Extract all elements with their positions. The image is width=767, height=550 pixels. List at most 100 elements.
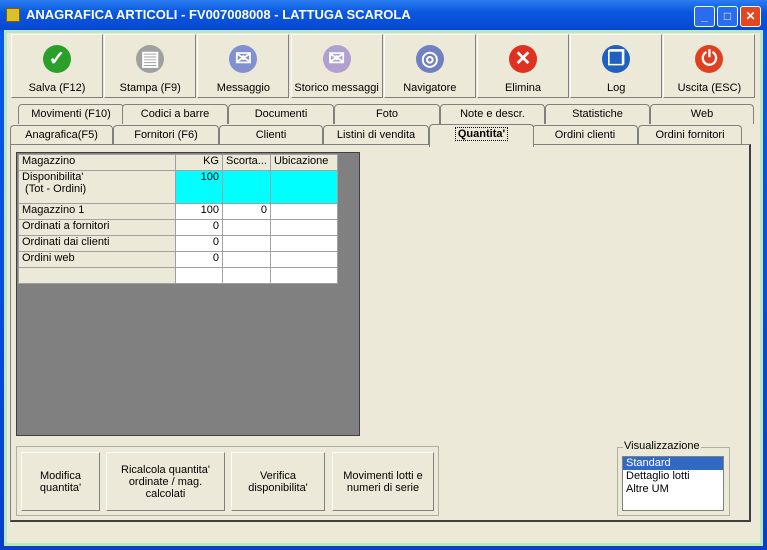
row-label: Ordini web (18, 251, 176, 268)
modifica-quantita-button[interactable]: Modifica quantita' (21, 452, 100, 511)
tab-label: Movimenti (F10) (31, 108, 111, 120)
tab-label: Clienti (255, 129, 287, 141)
col-header-magazzino[interactable]: Magazzino (18, 154, 176, 171)
ubicazione-cell[interactable] (269, 219, 338, 236)
tab-note-e-descr[interactable]: Note e descr. (440, 104, 545, 124)
salva-f12-button[interactable]: ✓ Salva (F12) (11, 34, 103, 98)
table-row-empty[interactable] (18, 267, 338, 284)
printer-icon: ▤ (136, 45, 165, 73)
envelope-pen-icon: ✉ (229, 45, 258, 73)
visualizzazione-listbox[interactable]: Standard Dettaglio lotti Altre UM (622, 456, 724, 511)
ubicazione-cell[interactable] (269, 251, 338, 268)
tab-codici-a-barre[interactable]: Codici a barre (122, 104, 228, 124)
kg-cell[interactable]: 0 (175, 235, 223, 252)
col-header-kg[interactable]: KG (175, 154, 223, 171)
col-header-ubicazione[interactable]: Ubicazione (269, 154, 338, 171)
tab-label: Note e descr. (460, 108, 525, 120)
title-bar: ANAGRAFICA ARTICOLI - FV007008008 - LATT… (0, 0, 767, 30)
uscita-esc-button[interactable]: ⏻ Uscita (ESC) (663, 34, 756, 98)
tab-label: Fornitori (F6) (134, 129, 198, 141)
scorta-cell[interactable] (222, 235, 271, 252)
scorta-cell[interactable] (222, 170, 271, 204)
verifica-disponibilita-button[interactable]: Verifica disponibilita' (231, 452, 325, 511)
log-book-icon: ❐ (602, 45, 631, 73)
toolbar-label: Elimina (504, 82, 542, 94)
kg-cell[interactable]: 100 (175, 203, 223, 220)
tab-label: Listini di vendita (336, 129, 416, 141)
log-button[interactable]: ❐ Log (570, 34, 663, 98)
toolbar-label: Navigatore (403, 82, 457, 94)
row-label: Ordinati dai clienti (18, 235, 176, 252)
view-option-altre-um[interactable]: Altre UM (623, 483, 723, 496)
tab-label: Codici a barre (140, 108, 210, 120)
storico-messaggi-button[interactable]: ✉ Storico messaggi (290, 34, 383, 98)
table-row[interactable]: Ordinati a fornitori 0 (18, 219, 338, 236)
tab-ordini-clienti[interactable]: Ordini clienti (532, 125, 638, 145)
tab-anagrafica-f5[interactable]: Anagrafica(F5) (10, 125, 113, 145)
ubicazione-cell[interactable] (269, 235, 338, 252)
table-row[interactable]: Magazzino 1 100 0 (18, 203, 338, 220)
table-row[interactable]: Disponibilita' (Tot - Ordini) 100 (18, 170, 338, 204)
ubicazione-cell[interactable] (269, 170, 338, 204)
row-label-line1: Disponibilita' (22, 171, 84, 183)
compass-icon: ◎ (415, 45, 444, 73)
minimize-button[interactable]: _ (694, 6, 715, 27)
tab-label: Documenti (254, 108, 308, 120)
kg-cell[interactable] (175, 267, 223, 284)
tab-ordini-fornitori[interactable]: Ordini fornitori (638, 125, 742, 145)
row-label: Ordinati a fornitori (18, 219, 176, 236)
tab-clienti[interactable]: Clienti (219, 125, 323, 145)
tab-label: Ordini fornitori (655, 129, 725, 141)
navigatore-button[interactable]: ◎ Navigatore (383, 34, 476, 98)
tab-statistiche[interactable]: Statistiche (545, 104, 650, 124)
row-label (18, 267, 176, 284)
check-icon: ✓ (43, 45, 71, 73)
toolbar-label: Salva (F12) (28, 82, 86, 94)
scorta-cell[interactable] (222, 251, 271, 268)
tab-label: Foto (375, 108, 398, 120)
kg-cell[interactable]: 0 (175, 219, 223, 236)
power-icon: ⏻ (695, 45, 724, 73)
view-option-dettaglio-lotti[interactable]: Dettaglio lotti (623, 470, 723, 483)
envelope-search-icon: ✉ (322, 45, 351, 73)
tab-listini-di-vendita[interactable]: Listini di vendita (323, 125, 429, 145)
movimenti-lotti-button[interactable]: Movimenti lotti e numeri di serie (332, 452, 434, 511)
toolbar-label: Stampa (F9) (119, 82, 181, 94)
tab-documenti[interactable]: Documenti (228, 104, 334, 124)
maximize-button[interactable]: □ (717, 6, 738, 27)
elimina-button[interactable]: ✕ Elimina (477, 34, 569, 98)
tab-label: Statistiche (572, 108, 623, 120)
scorta-cell[interactable]: 0 (222, 203, 271, 220)
scorta-cell[interactable] (222, 219, 271, 236)
toolbar-label: Messaggio (216, 82, 270, 94)
tab-foto[interactable]: Foto (334, 104, 440, 124)
col-header-scorta[interactable]: Scorta... (222, 154, 271, 171)
kg-cell[interactable]: 0 (175, 251, 223, 268)
row-label-line2: (Tot - Ordini) (22, 183, 87, 195)
ubicazione-cell[interactable] (269, 267, 338, 284)
view-option-standard[interactable]: Standard (623, 457, 723, 470)
messaggio-button[interactable]: ✉ Messaggio (197, 34, 290, 98)
tab-fornitori-f6[interactable]: Fornitori (F6) (113, 125, 219, 145)
tab-movimenti-f10[interactable]: Movimenti (F10) (18, 104, 124, 124)
quantity-grid[interactable]: Magazzino KG Scorta... Ubicazione Dispon… (16, 152, 360, 436)
ubicazione-cell[interactable] (269, 203, 338, 220)
scorta-cell[interactable] (222, 267, 271, 284)
row-label: Magazzino 1 (18, 203, 176, 220)
table-row[interactable]: Ordinati dai clienti 0 (18, 235, 338, 252)
tab-label: Quantita' (454, 127, 509, 141)
app-icon (6, 8, 20, 22)
delete-x-icon: ✕ (509, 45, 537, 73)
toolbar-label: Storico messaggi (294, 82, 379, 94)
window-title: ANAGRAFICA ARTICOLI - FV007008008 - LATT… (26, 7, 411, 22)
table-row[interactable]: Ordini web 0 (18, 251, 338, 268)
ricalcola-quantita-button[interactable]: Ricalcola quantita' ordinate / mag. calc… (106, 452, 225, 511)
tab-label: Web (690, 108, 714, 120)
tab-web[interactable]: Web (650, 104, 754, 124)
stampa-f9-button[interactable]: ▤ Stampa (F9) (104, 34, 197, 98)
kg-cell[interactable]: 100 (175, 170, 223, 204)
toolbar-label: Uscita (ESC) (677, 82, 742, 94)
close-button[interactable]: ✕ (740, 6, 761, 27)
tab-label: Anagrafica(F5) (25, 129, 98, 141)
tab-quantita[interactable]: Quantita' (429, 124, 534, 147)
